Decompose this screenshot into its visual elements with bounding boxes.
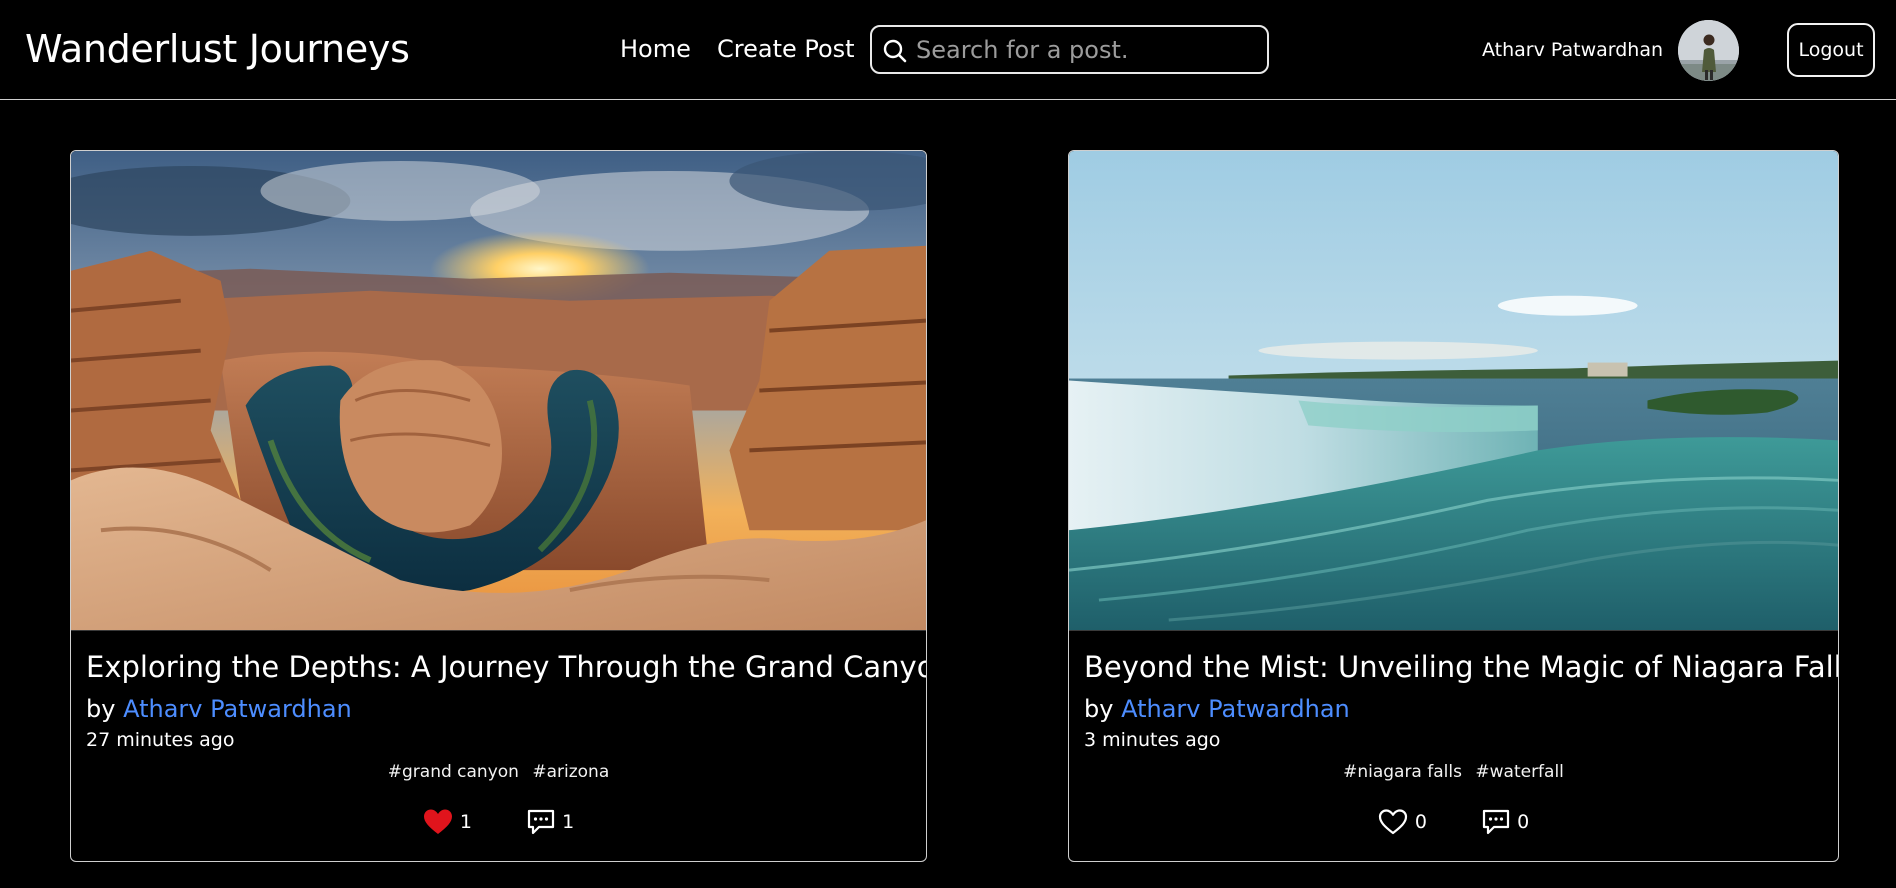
navbar: Wanderlust Journeys Home Create Post Ath… <box>0 0 1896 100</box>
comment-icon <box>527 809 555 834</box>
post-timestamp: 3 minutes ago <box>1084 729 1221 751</box>
post-title[interactable]: Beyond the Mist: Unveiling the Magic of … <box>1084 648 1838 686</box>
comment-button[interactable]: 1 <box>527 804 574 838</box>
tag-list: #niagara falls #waterfall <box>1069 761 1838 783</box>
comment-count: 1 <box>562 810 575 833</box>
post-card[interactable]: Exploring the Depths: A Journey Through … <box>70 150 927 862</box>
tag-list: #grand canyon #arizona <box>71 761 926 783</box>
user-name[interactable]: Atharv Patwardhan <box>1482 38 1663 62</box>
byline-prefix: by <box>86 695 116 723</box>
search-input[interactable] <box>914 33 1254 67</box>
like-button[interactable]: 1 <box>423 804 472 838</box>
post-actions: 1 1 <box>71 804 926 838</box>
nav-home-link[interactable]: Home <box>620 34 691 64</box>
tag[interactable]: #grand canyon <box>388 761 519 783</box>
nav-create-post-link[interactable]: Create Post <box>717 34 855 64</box>
logout-button[interactable]: Logout <box>1787 23 1875 77</box>
post-byline: by Atharv Patwardhan <box>1084 694 1350 724</box>
brand-title[interactable]: Wanderlust Journeys <box>25 26 410 72</box>
tag[interactable]: #arizona <box>532 761 609 783</box>
post-title[interactable]: Exploring the Depths: A Journey Through … <box>86 648 926 686</box>
heart-outline-icon <box>1378 808 1407 834</box>
like-count: 0 <box>1414 810 1427 833</box>
post-card[interactable]: Beyond the Mist: Unveiling the Magic of … <box>1068 150 1839 862</box>
post-timestamp: 27 minutes ago <box>86 729 235 751</box>
author-link[interactable]: Atharv Patwardhan <box>123 695 352 723</box>
search-box[interactable] <box>870 25 1269 74</box>
search-icon <box>883 39 907 63</box>
tag[interactable]: #niagara falls <box>1343 761 1462 783</box>
post-byline: by Atharv Patwardhan <box>86 694 352 724</box>
comment-button[interactable]: 0 <box>1482 804 1529 838</box>
comment-icon <box>1482 809 1510 834</box>
avatar-image <box>1678 20 1739 81</box>
heart-filled-icon <box>423 809 452 834</box>
like-button[interactable]: 0 <box>1378 804 1427 838</box>
post-actions: 0 0 <box>1069 804 1838 838</box>
tag[interactable]: #waterfall <box>1475 761 1564 783</box>
grand-canyon-photo[interactable] <box>71 151 926 631</box>
byline-prefix: by <box>1084 695 1114 723</box>
niagara-falls-photo[interactable] <box>1069 151 1838 631</box>
like-count: 1 <box>459 810 472 833</box>
author-link[interactable]: Atharv Patwardhan <box>1121 695 1350 723</box>
avatar[interactable] <box>1678 20 1739 81</box>
comment-count: 0 <box>1517 810 1530 833</box>
